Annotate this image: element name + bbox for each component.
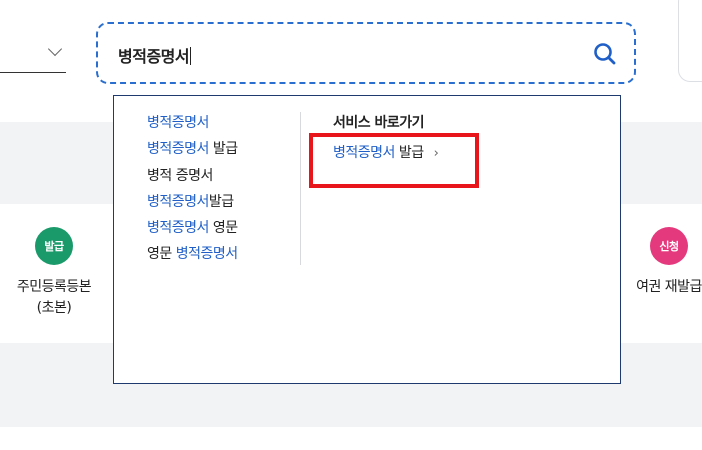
search-button[interactable] xyxy=(592,41,618,67)
chevron-down-icon xyxy=(47,41,63,57)
suggestion-list: 병적증명서 병적증명서 발급 병적 증명서 병적증명서발급 병적증명서 영문 영… xyxy=(147,112,297,270)
column-divider xyxy=(300,112,301,265)
apply-badge-icon: 신청 xyxy=(650,227,688,265)
suggestion-item[interactable]: 영문 병적증명서 xyxy=(147,243,297,269)
suggestion-item[interactable]: 병적증명서 발급 xyxy=(147,138,297,164)
service-item-resident-registration[interactable]: 발급 주민등록등본 (초본) xyxy=(6,227,102,319)
suggestion-item[interactable]: 병적증명서 xyxy=(147,112,297,138)
suggestion-item[interactable]: 병적증명서 영문 xyxy=(147,217,297,243)
autocomplete-dropdown: 병적증명서 병적증명서 발급 병적 증명서 병적증명서발급 병적증명서 영문 영… xyxy=(113,95,621,384)
issue-badge-icon: 발급 xyxy=(35,227,73,265)
category-select[interactable] xyxy=(0,30,66,73)
service-shortcut-link[interactable]: 병적증명서 발급 › xyxy=(333,142,439,162)
service-item-passport-reissue[interactable]: 신청 여권 재발급 xyxy=(624,227,702,298)
side-panel-card xyxy=(678,0,702,82)
search-input-value: 병적증명서 xyxy=(118,47,192,66)
text-caret xyxy=(190,47,192,65)
search-icon xyxy=(594,43,616,65)
service-label: 여권 재발급 xyxy=(636,279,702,295)
search-input[interactable]: 병적증명서 xyxy=(96,22,636,84)
service-label: 주민등록등본 (초본) xyxy=(16,279,92,316)
suggestion-item[interactable]: 병적증명서발급 xyxy=(147,191,297,217)
suggestion-item[interactable]: 병적 증명서 xyxy=(147,165,297,191)
service-shortcut-title: 서비스 바로가기 xyxy=(333,115,425,131)
chevron-right-icon: › xyxy=(433,146,439,161)
service-shortcut-section: 서비스 바로가기 병적증명서 발급 › xyxy=(333,112,439,162)
